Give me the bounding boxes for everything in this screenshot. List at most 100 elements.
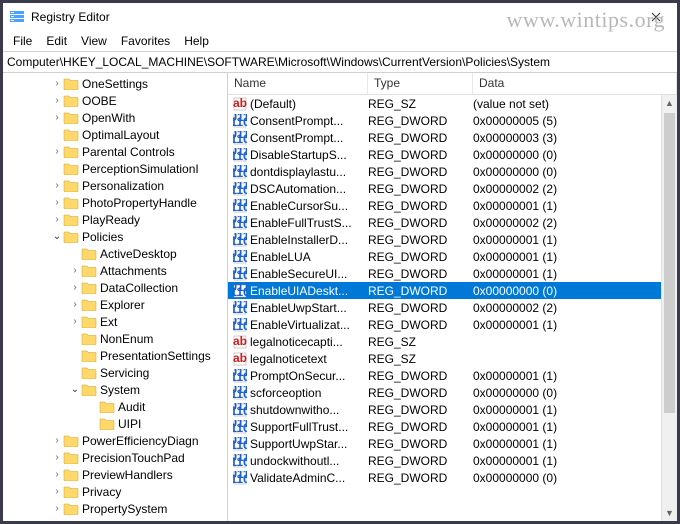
menu-file[interactable]: File	[7, 32, 38, 50]
registry-value-row[interactable]: ab(Default)REG_SZ(value not set)	[228, 95, 677, 112]
registry-value-row[interactable]: 011110PromptOnSecur...REG_DWORD0x0000000…	[228, 367, 677, 384]
registry-value-row[interactable]: 011110DisableStartupS...REG_DWORD0x00000…	[228, 146, 677, 163]
chevron-right-icon[interactable]: ›	[69, 266, 81, 276]
chevron-right-icon[interactable]: ›	[51, 487, 63, 497]
chevron-right-icon[interactable]: ›	[51, 147, 63, 157]
scroll-up-arrow-icon[interactable]: ▲	[662, 95, 677, 111]
chevron-right-icon[interactable]: ›	[69, 283, 81, 293]
chevron-right-icon[interactable]: ›	[51, 198, 63, 208]
value-data: 0x00000001 (1)	[473, 437, 677, 451]
registry-value-row[interactable]: ablegalnoticecapti...REG_SZ	[228, 333, 677, 350]
registry-value-row[interactable]: 011110SupportFullTrust...REG_DWORD0x0000…	[228, 418, 677, 435]
registry-value-row[interactable]: 011110ConsentPrompt...REG_DWORD0x0000000…	[228, 112, 677, 129]
folder-icon	[81, 383, 97, 397]
value-data: 0x00000001 (1)	[473, 199, 677, 213]
registry-value-row[interactable]: 011110scforceoptionREG_DWORD0x00000000 (…	[228, 384, 677, 401]
registry-value-row[interactable]: 011110EnableLUAREG_DWORD0x00000001 (1)	[228, 248, 677, 265]
tree-item[interactable]: ActiveDesktop	[3, 245, 227, 262]
menu-view[interactable]: View	[75, 32, 113, 50]
chevron-right-icon[interactable]: ›	[51, 436, 63, 446]
value-data: 0x00000002 (2)	[473, 301, 677, 315]
registry-value-row[interactable]: 011110DSCAutomation...REG_DWORD0x0000000…	[228, 180, 677, 197]
tree-item[interactable]: ›OpenWith	[3, 109, 227, 126]
chevron-right-icon[interactable]: ›	[51, 504, 63, 514]
tree-item[interactable]: ›Personalization	[3, 177, 227, 194]
close-button[interactable]	[641, 6, 671, 28]
registry-value-row[interactable]: 011110dontdisplaylastu...REG_DWORD0x0000…	[228, 163, 677, 180]
chevron-right-icon[interactable]: ›	[51, 453, 63, 463]
registry-value-row[interactable]: 011110EnableInstallerD...REG_DWORD0x0000…	[228, 231, 677, 248]
tree-item[interactable]: ›Parental Controls	[3, 143, 227, 160]
tree-item[interactable]: UIPI	[3, 415, 227, 432]
tree-item[interactable]: ›Explorer	[3, 296, 227, 313]
registry-value-row[interactable]: 011110SupportUwpStar...REG_DWORD0x000000…	[228, 435, 677, 452]
address-input[interactable]	[7, 55, 673, 69]
scroll-thumb[interactable]	[664, 113, 675, 413]
tree-item[interactable]: ›PowerEfficiencyDiagn	[3, 432, 227, 449]
registry-value-row[interactable]: 011110EnableCursorSu...REG_DWORD0x000000…	[228, 197, 677, 214]
registry-value-row[interactable]: 011110undockwithoutl...REG_DWORD0x000000…	[228, 452, 677, 469]
tree-item[interactable]: NonEnum	[3, 330, 227, 347]
chevron-right-icon[interactable]: ›	[51, 181, 63, 191]
registry-value-row[interactable]: 011110EnableUwpStart...REG_DWORD0x000000…	[228, 299, 677, 316]
chevron-right-icon[interactable]: ›	[69, 317, 81, 327]
tree-item[interactable]: Audit	[3, 398, 227, 415]
tree-item[interactable]: PerceptionSimulationI	[3, 160, 227, 177]
tree-item[interactable]: ›PrecisionTouchPad	[3, 449, 227, 466]
value-name: PromptOnSecur...	[250, 369, 368, 383]
registry-value-row[interactable]: 011110EnableVirtualizat...REG_DWORD0x000…	[228, 316, 677, 333]
chevron-right-icon[interactable]: ›	[51, 470, 63, 480]
scrollbar-vertical[interactable]: ▲ ▼	[661, 95, 677, 521]
menu-edit[interactable]: Edit	[40, 32, 73, 50]
chevron-right-icon[interactable]: ›	[51, 79, 63, 89]
tree-item[interactable]: ›Attachments	[3, 262, 227, 279]
scroll-down-arrow-icon[interactable]: ▼	[662, 505, 677, 521]
value-name: (Default)	[250, 97, 368, 111]
value-data: 0x00000001 (1)	[473, 267, 677, 281]
value-name: EnableLUA	[250, 250, 368, 264]
tree-item[interactable]: ⌄System	[3, 381, 227, 398]
tree-item[interactable]: ›PlayReady	[3, 211, 227, 228]
registry-value-row[interactable]: 011110EnableUIADeskt...REG_DWORD0x000000…	[228, 282, 677, 299]
tree-pane[interactable]: ›OneSettings›OOBE›OpenWithOptimalLayout›…	[3, 73, 228, 521]
tree-item[interactable]: Servicing	[3, 364, 227, 381]
chevron-right-icon[interactable]: ›	[51, 96, 63, 106]
address-bar	[3, 51, 677, 73]
tree-item[interactable]: ⌄ Policies	[3, 228, 227, 245]
tree-item[interactable]: › OneSettings	[3, 75, 227, 92]
svg-text:110: 110	[233, 285, 247, 298]
column-name[interactable]: Name	[228, 73, 368, 94]
tree-item[interactable]: OptimalLayout	[3, 126, 227, 143]
chevron-right-icon[interactable]: ›	[51, 215, 63, 225]
dword-value-icon: 011110	[232, 182, 248, 196]
registry-value-row[interactable]: 011110shutdownwitho...REG_DWORD0x0000000…	[228, 401, 677, 418]
dword-value-icon: 011110	[232, 199, 248, 213]
chevron-down-icon[interactable]: ⌄	[69, 385, 81, 395]
tree-item[interactable]: ›PropertySystem	[3, 500, 227, 517]
folder-icon	[81, 264, 97, 278]
tree-item[interactable]: ›OOBE	[3, 92, 227, 109]
tree-item[interactable]: PresentationSettings	[3, 347, 227, 364]
value-name: dontdisplaylastu...	[250, 165, 368, 179]
dword-value-icon: 011110	[232, 148, 248, 162]
chevron-right-icon[interactable]: ›	[69, 300, 81, 310]
chevron-right-icon[interactable]: ›	[51, 113, 63, 123]
tree-item[interactable]: ›Privacy	[3, 483, 227, 500]
tree-item[interactable]: ›PhotoPropertyHandle	[3, 194, 227, 211]
registry-value-row[interactable]: 011110ValidateAdminC...REG_DWORD0x000000…	[228, 469, 677, 486]
menu-favorites[interactable]: Favorites	[115, 32, 176, 50]
chevron-down-icon[interactable]: ⌄	[51, 232, 63, 242]
menu-help[interactable]: Help	[178, 32, 215, 50]
column-type[interactable]: Type	[368, 73, 473, 94]
column-data[interactable]: Data	[473, 73, 677, 94]
registry-value-row[interactable]: 011110EnableFullTrustS...REG_DWORD0x0000…	[228, 214, 677, 231]
registry-value-row[interactable]: 011110ConsentPrompt...REG_DWORD0x0000000…	[228, 129, 677, 146]
tree-item[interactable]: ›PreviewHandlers	[3, 466, 227, 483]
tree-item[interactable]: ›Ext	[3, 313, 227, 330]
value-type: REG_DWORD	[368, 301, 473, 315]
registry-value-row[interactable]: ablegalnoticetextREG_SZ	[228, 350, 677, 367]
tree-item[interactable]: ›DataCollection	[3, 279, 227, 296]
tree-item-label: Policies	[82, 230, 123, 244]
tree-item-label: OneSettings	[82, 77, 148, 91]
registry-value-row[interactable]: 011110EnableSecureUI...REG_DWORD0x000000…	[228, 265, 677, 282]
